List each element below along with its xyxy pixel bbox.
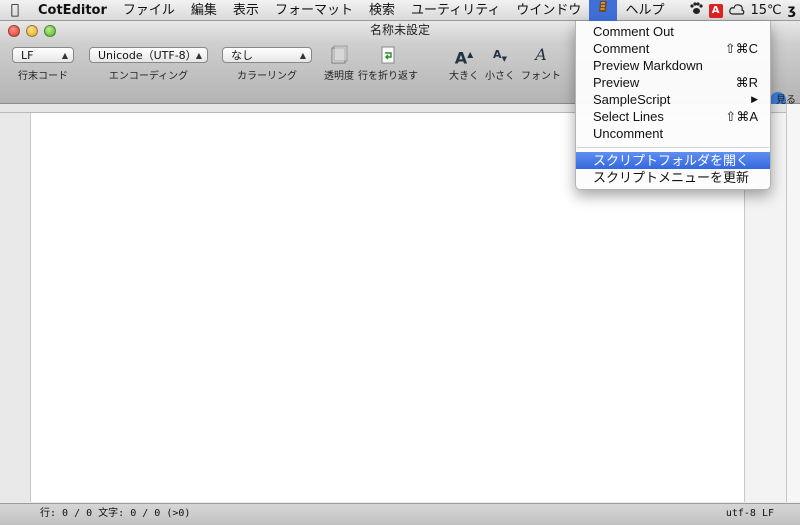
close-button[interactable] <box>8 25 20 37</box>
status-encoding-lineending: utf-8 LF <box>725 508 774 519</box>
temperature-readout[interactable]: 15℃ <box>751 3 782 18</box>
apple-menu-icon[interactable]:  <box>0 2 30 18</box>
scroll-icon <box>599 0 608 12</box>
popup-arrows-icon: ▲ <box>61 51 68 60</box>
vertical-scrollbar[interactable] <box>786 104 800 502</box>
minimize-button[interactable] <box>26 25 38 37</box>
weather-cloud-icon[interactable] <box>728 3 745 19</box>
menu-window[interactable]: ウインドウ <box>508 0 589 21</box>
input-source-badge[interactable]: A <box>708 3 723 18</box>
font-icon: A <box>535 45 547 64</box>
line-ending-popup[interactable]: LF ▲ <box>12 47 74 63</box>
line-ending-value: LF <box>21 49 34 62</box>
app-menu[interactable]: CotEditor <box>30 0 115 21</box>
wrap-lines-button[interactable]: 行を折り返す <box>358 45 418 82</box>
menu-utility[interactable]: ユーティリティ <box>403 0 508 21</box>
menu-file[interactable]: ファイル <box>115 0 183 21</box>
menu-item-shortcut: ⌘R <box>735 75 758 90</box>
menu-find[interactable]: 検索 <box>361 0 403 21</box>
coloring-value: なし <box>231 49 253 62</box>
status-line-char-count: 行: 0 / 0 文字: 0 / 0 (>0) <box>40 508 191 519</box>
status-bar: 行: 0 / 0 文字: 0 / 0 (>0) utf-8 LF <box>0 503 800 525</box>
extra-menu-glyph[interactable]: ʒ <box>788 3 796 18</box>
script-menu-icon[interactable] <box>589 0 618 21</box>
menu-item-preview-markdown[interactable]: Preview Markdown <box>576 57 770 74</box>
menu-item-uncomment[interactable]: Uncomment <box>576 125 770 142</box>
popup-arrows-icon: ▲ <box>299 51 306 60</box>
menu-item-update-script-menu[interactable]: スクリプトメニューを更新 <box>576 169 770 186</box>
menu-item-label: スクリプトフォルダを開く <box>593 153 750 168</box>
wrap-lines-label: 行を折り返す <box>358 71 418 82</box>
font-button[interactable]: A フォント <box>521 45 561 82</box>
menu-item-label: スクリプトメニューを更新 <box>593 170 750 185</box>
menu-item-comment-out[interactable]: Comment Out <box>576 23 770 40</box>
paw-icon[interactable] <box>689 2 703 19</box>
menu-item-label: SampleScript <box>593 92 671 107</box>
menu-separator <box>577 147 769 148</box>
font-label: フォント <box>521 71 561 82</box>
smaller-font-button[interactable]: A▼ 小さく <box>484 45 516 82</box>
wrap-lines-icon <box>358 45 418 65</box>
window-controls <box>8 25 56 37</box>
menu-view[interactable]: 表示 <box>225 0 267 21</box>
opacity-label: 透明度 <box>324 71 354 82</box>
line-ending-label: 行末コード <box>18 71 68 82</box>
menu-item-comment[interactable]: Comment ⇧⌘C <box>576 40 770 57</box>
menu-format[interactable]: フォーマット <box>267 0 361 21</box>
bigger-font-icon: A▲ <box>454 48 474 68</box>
smaller-font-label: 小さく <box>485 71 515 82</box>
line-number-gutter <box>0 113 31 502</box>
menu-help[interactable]: ヘルプ <box>617 0 672 21</box>
menu-item-label: Preview <box>593 75 640 90</box>
menu-edit[interactable]: 編集 <box>183 0 225 21</box>
coloring-popup[interactable]: なし ▲ <box>222 47 312 63</box>
menubar-extras: A 15℃ ʒ <box>689 0 796 21</box>
menu-item-label: Uncomment <box>593 126 664 141</box>
window-title: 名称未設定 <box>369 23 430 37</box>
menu-item-shortcut: ⇧⌘A <box>725 109 758 124</box>
zoom-button[interactable] <box>44 25 56 37</box>
coloring-label: カラーリング <box>237 71 297 82</box>
menu-item-samplescript[interactable]: SampleScript ▶ <box>576 91 770 108</box>
menu-item-label: Comment <box>593 41 650 56</box>
popup-arrows-icon: ▲ <box>195 51 202 60</box>
encoding-value: Unicode（UTF-8） <box>98 49 197 62</box>
opacity-icon <box>323 45 355 65</box>
bigger-font-button[interactable]: A▲ 大きく <box>448 45 480 82</box>
submenu-arrow-icon: ▶ <box>751 94 758 104</box>
menu-item-preview[interactable]: Preview ⌘R <box>576 74 770 91</box>
menu-item-select-lines[interactable]: Select Lines ⇧⌘A <box>576 108 770 125</box>
menu-bar:  CotEditor ファイル 編集 表示 フォーマット 検索 ユーティリティ… <box>0 0 800 21</box>
menu-item-label: Preview Markdown <box>593 58 703 73</box>
menu-item-label: Select Lines <box>593 109 664 124</box>
bigger-font-label: 大きく <box>449 71 479 82</box>
encoding-popup[interactable]: Unicode（UTF-8） ▲ <box>89 47 208 63</box>
menu-item-shortcut: ⇧⌘C <box>724 41 758 56</box>
encoding-label: エンコーディング <box>108 71 189 82</box>
script-menu-dropdown: Comment Out Comment ⇧⌘C Preview Markdown… <box>575 21 771 190</box>
smaller-font-icon: A▼ <box>493 48 507 64</box>
menu-item-label: Comment Out <box>593 24 674 39</box>
menu-item-open-scripts-folder[interactable]: スクリプトフォルダを開く <box>576 152 770 169</box>
opacity-button[interactable]: 透明度 <box>323 45 355 82</box>
